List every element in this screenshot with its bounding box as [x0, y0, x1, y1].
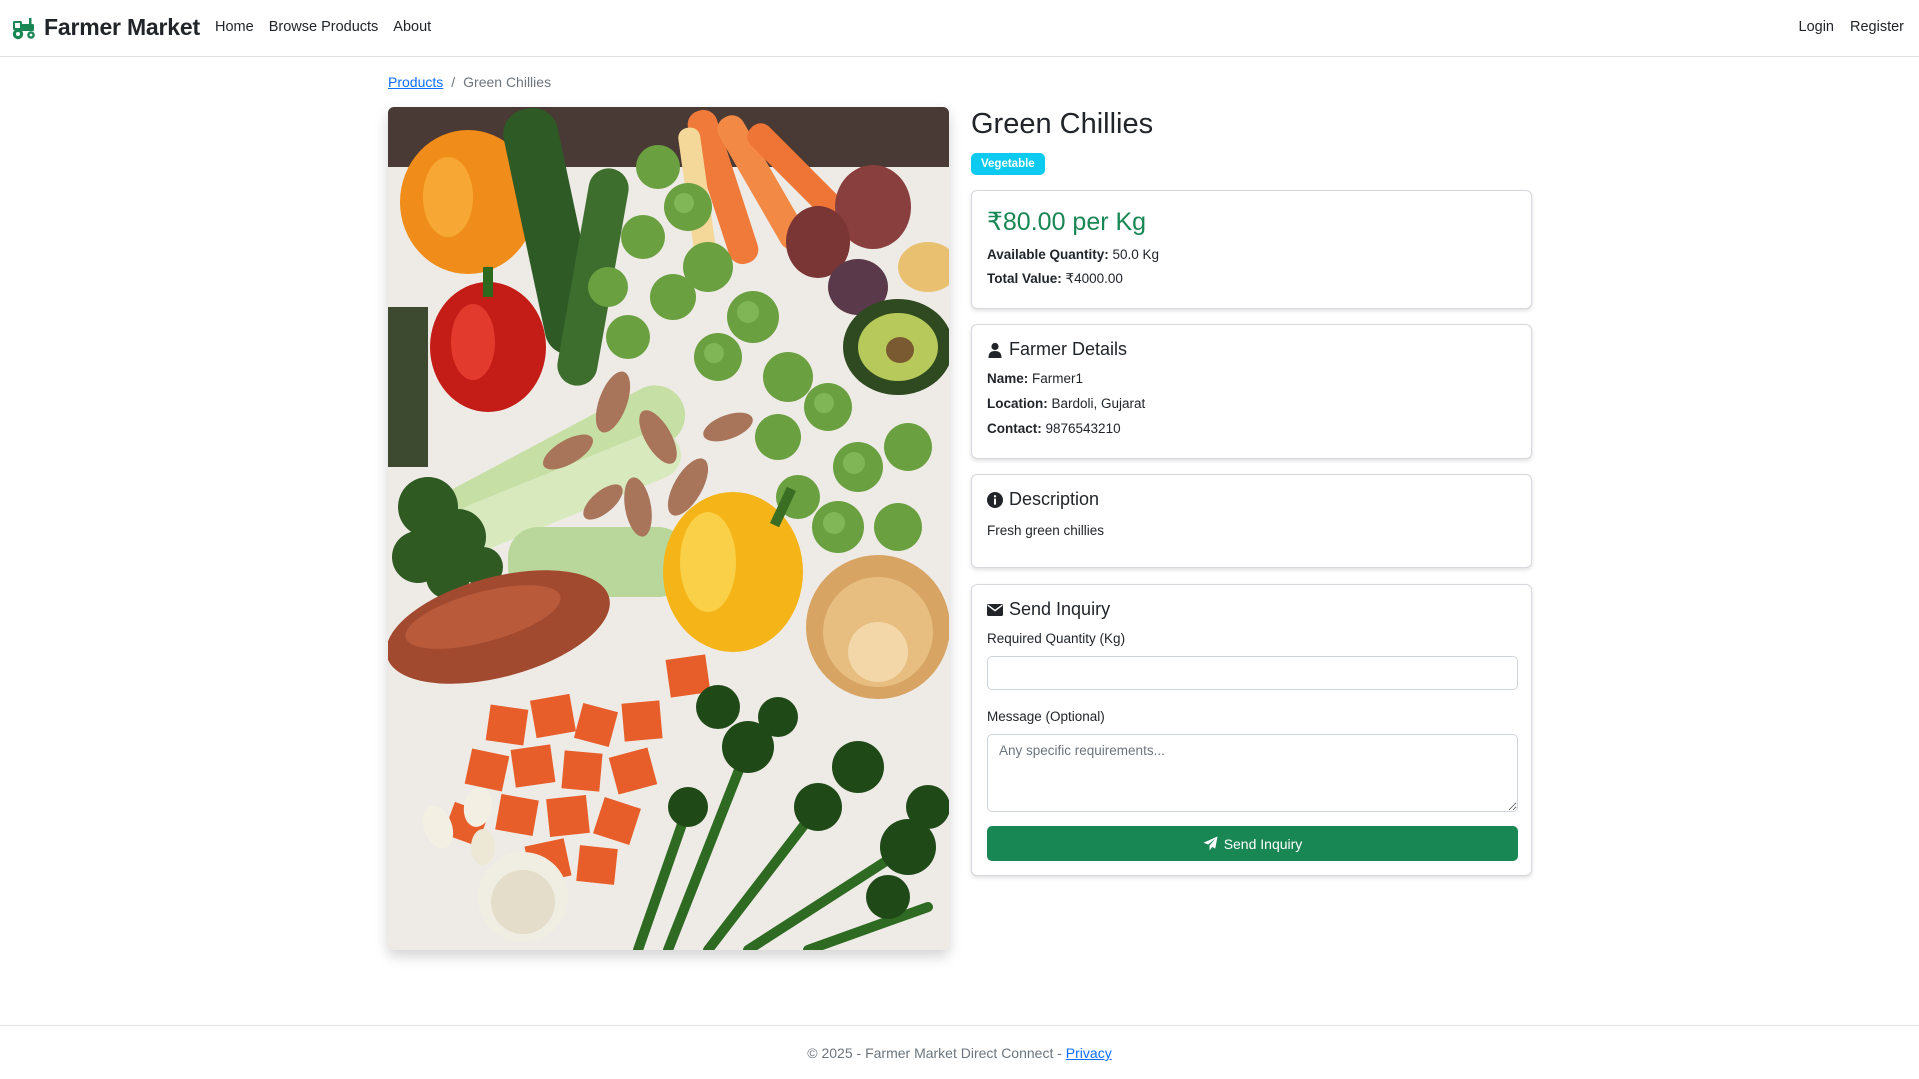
total-value-amount: ₹4000.00: [1061, 271, 1123, 286]
product-image: [388, 107, 949, 950]
farmer-details-title: Farmer Details: [1009, 339, 1128, 359]
farmer-contact-label: Contact:: [987, 421, 1042, 436]
tractor-icon: [12, 18, 35, 40]
total-value-label: Total Value:: [987, 271, 1062, 286]
quantity-label: Required Quantity (Kg): [987, 631, 1126, 646]
send-inquiry-title: Send Inquiry: [1009, 599, 1111, 619]
farmer-name-value: Farmer1: [1028, 371, 1084, 386]
user-icon: [988, 342, 1002, 358]
description-heading: Description: [987, 489, 1099, 510]
message-textarea[interactable]: [987, 734, 1518, 812]
breadcrumb: Products / Green Chillies: [388, 74, 551, 90]
description-card: Description Fresh green chillies: [971, 474, 1532, 568]
farmer-name-label: Name:: [987, 371, 1029, 386]
privacy-link[interactable]: Privacy: [1066, 1045, 1112, 1061]
main-nav: Home Browse Products About: [215, 19, 431, 35]
nav-home-link[interactable]: Home: [215, 19, 254, 35]
farmer-contact: Contact: 9876543210: [987, 421, 1121, 436]
login-link[interactable]: Login: [1799, 19, 1834, 35]
paper-plane-icon: [1203, 836, 1218, 851]
register-link[interactable]: Register: [1850, 19, 1904, 35]
breadcrumb-current: Green Chillies: [463, 74, 552, 90]
farmer-location: Location: Bardoli, Gujarat: [987, 396, 1145, 411]
available-quantity-label: Available Quantity:: [987, 247, 1109, 262]
footer-text: © 2025 - Farmer Market Direct Connect - …: [0, 1045, 1919, 1061]
farmer-details-heading: Farmer Details: [987, 339, 1127, 360]
footer: © 2025 - Farmer Market Direct Connect - …: [0, 1025, 1919, 1079]
send-inquiry-button[interactable]: Send Inquiry: [987, 826, 1518, 861]
auth-nav: Login Register: [1799, 19, 1904, 35]
farmer-location-value: Bardoli, Gujarat: [1047, 396, 1146, 411]
available-quantity-value: 50.0 Kg: [1108, 247, 1160, 262]
farmer-details-card: Farmer Details Name: Farmer1 Location: B…: [971, 324, 1532, 459]
brand-link[interactable]: Farmer Market: [10, 13, 200, 41]
description-title: Description: [1009, 489, 1100, 509]
brand-name: Farmer Market: [44, 13, 200, 40]
send-inquiry-button-label: Send Inquiry: [1223, 835, 1303, 852]
envelope-icon: [987, 603, 1003, 616]
price-card: ₹80.00 per Kg Available Quantity: 50.0 K…: [971, 190, 1532, 309]
breadcrumb-separator: /: [451, 74, 456, 90]
send-inquiry-heading: Send Inquiry: [987, 599, 1110, 620]
breadcrumb-products-link[interactable]: Products: [388, 74, 443, 90]
farmer-contact-value: 9876543210: [1041, 421, 1121, 436]
total-value: Total Value: ₹4000.00: [987, 271, 1123, 287]
product-price: ₹80.00 per Kg: [987, 208, 1147, 236]
product-title: Green Chillies: [971, 108, 1154, 140]
navbar: Farmer Market Home Browse Products About…: [0, 0, 1919, 57]
category-badge: Vegetable: [971, 153, 1045, 175]
footer-copyright: © 2025 - Farmer Market Direct Connect -: [807, 1045, 1066, 1061]
message-label: Message (Optional): [987, 709, 1105, 724]
farmer-name: Name: Farmer1: [987, 371, 1083, 386]
description-text: Fresh green chillies: [987, 523, 1105, 538]
quantity-input[interactable]: [987, 656, 1518, 690]
available-quantity: Available Quantity: 50.0 Kg: [987, 247, 1159, 262]
nav-about-link[interactable]: About: [393, 19, 431, 35]
info-circle-icon: [987, 491, 1003, 508]
send-inquiry-card: Send Inquiry Required Quantity (Kg) Mess…: [971, 584, 1532, 876]
nav-browse-products-link[interactable]: Browse Products: [269, 19, 379, 35]
farmer-location-label: Location:: [987, 396, 1048, 411]
